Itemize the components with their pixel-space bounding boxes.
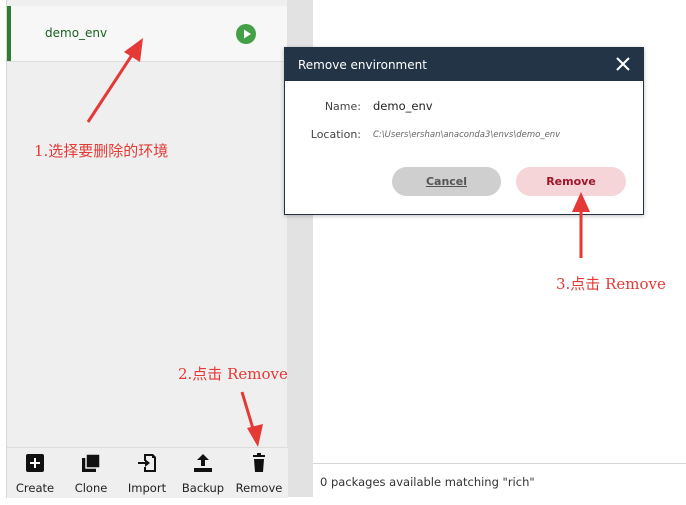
location-value: C:\Users\ershan\anaconda3\envs\demo_env	[373, 130, 561, 140]
environment-item-demo-env[interactable]: demo_env	[7, 6, 288, 62]
import-button[interactable]: Import	[119, 452, 175, 495]
remove-button[interactable]: Remove	[231, 452, 287, 495]
remove-label: Remove	[235, 481, 283, 495]
play-icon[interactable]	[236, 24, 256, 44]
name-label: Name:	[324, 100, 361, 113]
annotation-step3: 3.点击 Remove	[556, 275, 666, 293]
name-value: demo_env	[373, 99, 433, 113]
close-icon[interactable]	[614, 55, 632, 73]
selected-indicator	[7, 6, 11, 61]
annotation-step1: 1.选择要删除的环境	[34, 142, 169, 160]
upload-icon	[194, 454, 212, 472]
remove-environment-dialog: Remove environment Name: demo_env Locati…	[284, 47, 644, 215]
clone-button[interactable]: Clone	[63, 452, 119, 495]
status-text: 0 packages available matching "rich"	[320, 475, 535, 489]
backup-button[interactable]: Backup	[175, 452, 231, 495]
confirm-remove-button[interactable]: Remove	[516, 167, 626, 196]
status-bar: 0 packages available matching "rich"	[313, 463, 686, 498]
annotation-step2: 2.点击 Remove	[178, 365, 288, 383]
dialog-title: Remove environment	[298, 58, 427, 72]
trash-icon	[253, 453, 265, 472]
dialog-title-bar: Remove environment	[285, 48, 643, 81]
clone-label: Clone	[74, 481, 108, 495]
location-label: Location:	[310, 128, 361, 141]
backup-label: Backup	[181, 481, 225, 495]
clone-icon	[82, 453, 101, 472]
cancel-button[interactable]: Cancel	[392, 167, 501, 196]
create-button[interactable]: Create	[7, 452, 63, 495]
import-label: Import	[127, 481, 167, 495]
plus-box-icon	[26, 454, 44, 472]
environment-name: demo_env	[45, 26, 108, 40]
create-label: Create	[15, 481, 55, 495]
environment-toolbar: Create Clone Import Backup Remove	[6, 447, 288, 498]
import-icon	[138, 454, 156, 472]
